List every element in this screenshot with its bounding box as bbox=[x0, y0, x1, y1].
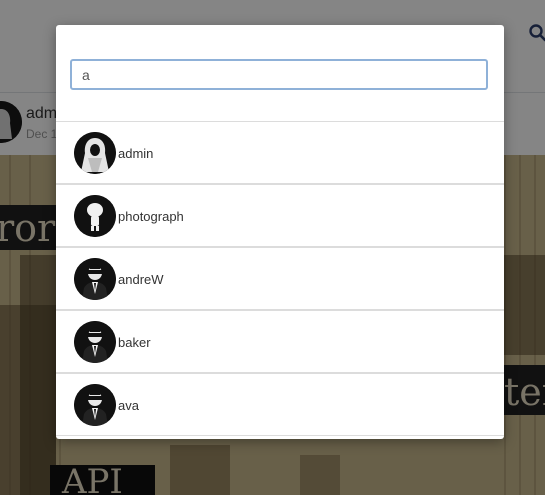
page: adm Dec 1 ror ter API bbox=[0, 0, 545, 495]
avatar bbox=[74, 321, 116, 363]
result-name: baker bbox=[118, 335, 151, 350]
result-name: ava bbox=[118, 398, 139, 413]
result-name: photograph bbox=[118, 209, 184, 224]
figurine-icon bbox=[74, 195, 116, 237]
man-in-suit-icon bbox=[74, 321, 116, 363]
user-search-modal: admin photograph bbox=[56, 25, 504, 439]
avatar bbox=[74, 384, 116, 426]
list-item[interactable]: admin bbox=[56, 121, 504, 184]
man-in-suit-icon bbox=[74, 258, 116, 300]
list-item[interactable]: ava bbox=[56, 373, 504, 436]
result-name: andreW bbox=[118, 272, 164, 287]
man-in-suit-icon bbox=[74, 384, 116, 426]
avatar bbox=[74, 195, 116, 237]
results-list: admin photograph andreW baker ava bbox=[56, 121, 504, 436]
hooded-figure-icon bbox=[74, 132, 116, 174]
list-item[interactable]: photograph bbox=[56, 184, 504, 247]
list-item[interactable]: andreW bbox=[56, 247, 504, 310]
search-input[interactable] bbox=[70, 59, 488, 90]
result-name: admin bbox=[118, 146, 154, 161]
avatar bbox=[74, 258, 116, 300]
list-item[interactable]: baker bbox=[56, 310, 504, 373]
avatar bbox=[74, 132, 116, 174]
